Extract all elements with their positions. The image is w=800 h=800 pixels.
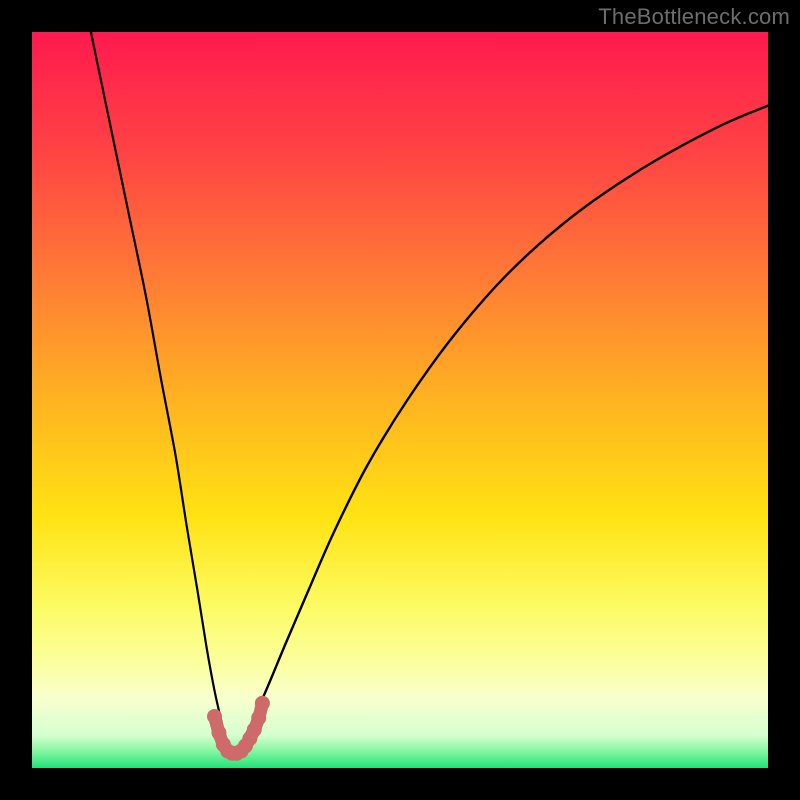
plot-area bbox=[32, 32, 768, 768]
bottleneck-curve-left-branch bbox=[91, 32, 233, 753]
chart-frame: TheBottleneck.com bbox=[0, 0, 800, 800]
curve-layer bbox=[32, 32, 768, 768]
valley-marker-dot bbox=[251, 710, 266, 725]
bottleneck-curve-right-branch bbox=[233, 106, 768, 754]
watermark-text: TheBottleneck.com bbox=[598, 4, 790, 30]
valley-marker-dot bbox=[207, 709, 222, 724]
valley-marker-dot bbox=[255, 696, 270, 711]
